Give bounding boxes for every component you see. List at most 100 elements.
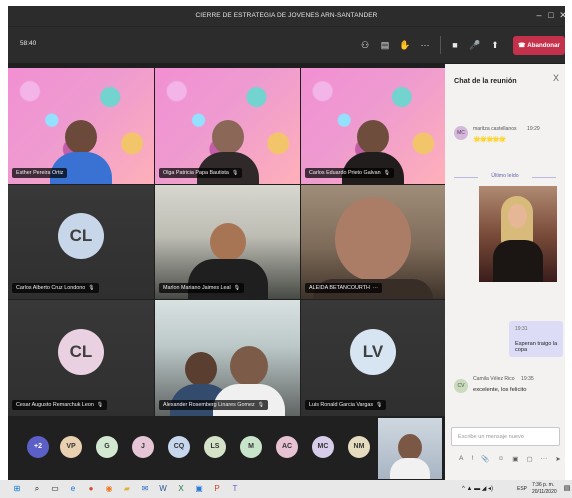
chat-icon[interactable]: ▤ [378, 38, 392, 52]
phone-hangup-icon: ☎ [518, 42, 526, 49]
avatar: CV [454, 379, 468, 393]
mic-muted-icon: 🎙 [376, 402, 383, 408]
raise-hand-icon[interactable]: ✋ [398, 38, 412, 52]
window-title: CIERRE DE ESTRATEGIA DE JOVENES ARN-SANT… [195, 12, 378, 19]
leave-button[interactable]: ☎ Abandonar [513, 36, 565, 55]
teams-icon[interactable]: T [230, 484, 240, 494]
attendee-avatar[interactable]: NM [348, 436, 370, 458]
powerpoint-icon[interactable]: P [212, 484, 222, 494]
camera-icon[interactable]: ■ [448, 38, 462, 52]
mic-muted-icon: 🎙 [383, 170, 390, 176]
minimize-button[interactable]: – [533, 10, 545, 20]
mail-icon[interactable]: ✉ [140, 484, 150, 494]
important-icon[interactable]: ! [471, 455, 473, 465]
sticker-icon[interactable]: ▢ [526, 455, 532, 465]
excel-icon[interactable]: X [176, 484, 186, 494]
mic-muted-icon: 🎙 [96, 402, 104, 408]
attendee-avatar[interactable]: M [240, 436, 262, 458]
edge-icon[interactable]: e [68, 484, 78, 494]
mic-muted-icon: 🎙 [231, 170, 239, 176]
chat-title: Chat de la reunión [454, 76, 517, 85]
video-tile[interactable]: LV Luis Ronald Garcia Vargas 🎙 [301, 300, 445, 416]
participant-name-text: Carlos Eduardo Prieto Galvan [309, 170, 381, 176]
message-author: Camila Vélez Rico [473, 376, 515, 382]
participant-name: ALEIDA BETANCOURTH ··· [305, 283, 382, 293]
attendee-avatar[interactable]: AC [276, 436, 298, 458]
video-tile[interactable]: Esther Pereira Ortiz [8, 68, 154, 184]
share-icon[interactable]: ⬆ [488, 38, 502, 52]
leave-label: Abandonar [527, 42, 560, 49]
search-icon[interactable]: ⌕ [32, 484, 42, 494]
windows-icon[interactable]: ⊞ [12, 484, 22, 494]
avatar: CL [58, 213, 104, 259]
more-options-icon: ··· [372, 285, 378, 291]
message-body: 🌟🌟🌟🌟🌟 [473, 137, 506, 143]
participant-name-text: Carlos Alberto Cruz Londono [16, 285, 86, 291]
message-time: 19:29 [527, 126, 540, 132]
teams-window: CIERRE DE ESTRATEGIA DE JOVENES ARN-SANT… [8, 6, 565, 480]
attendee-avatar[interactable]: G [96, 436, 118, 458]
attendee-strip: +2 VP G J CQ LS M AC MC NM [8, 416, 445, 480]
attendee-avatar[interactable]: CQ [168, 436, 190, 458]
attendee-avatar[interactable]: LS [204, 436, 226, 458]
send-icon[interactable]: ➤ [555, 455, 561, 465]
attendee-avatar[interactable]: J [132, 436, 154, 458]
gif-icon[interactable]: ▣ [512, 455, 518, 465]
participant-name: Cesar Augusto Remarchuk Leon 🎙 [12, 400, 108, 410]
participant-name-text: ALEIDA BETANCOURTH [309, 285, 370, 291]
participants-icon[interactable]: ⚇ [358, 38, 372, 52]
participant-name: Esther Pereira Ortiz [12, 168, 68, 178]
maximize-button[interactable]: □ [545, 10, 557, 20]
participant-name: Alexander Rosemberg Linares Gomez 🎙 [159, 400, 269, 410]
participant-name: Luis Ronald Garcia Vargas 🎙 [305, 400, 387, 410]
last-read-divider: Último leído [454, 173, 556, 181]
firefox-icon[interactable]: ◉ [104, 484, 114, 494]
video-tile[interactable]: CL Carlos Alberto Cruz Londono 🎙 [8, 185, 154, 299]
video-tile[interactable]: Alexander Rosemberg Linares Gomez 🎙 [155, 300, 300, 416]
video-tile[interactable]: Olga Patricia Papa Bautista 🎙 [155, 68, 300, 184]
participant-name: Marlon Mariano Jaimes Leal 🎙 [159, 283, 245, 293]
close-button[interactable]: ✕ [557, 10, 565, 20]
more-attendees-button[interactable]: +2 [27, 436, 49, 458]
language-indicator[interactable]: ESP [517, 486, 527, 492]
video-tile[interactable]: ALEIDA BETANCOURTH ··· [301, 185, 445, 299]
avatar: MC [454, 126, 468, 140]
participant-name-text: Esther Pereira Ortiz [16, 170, 64, 176]
toolbar-divider [440, 36, 441, 54]
participant-name-text: Luis Ronald Garcia Vargas [309, 402, 374, 408]
video-tile[interactable]: Marlon Mariano Jaimes Leal 🎙 [155, 185, 300, 299]
clock-time[interactable]: 7:36 p. m. [532, 482, 554, 488]
video-tile[interactable]: Carlos Eduardo Prieto Galvan 🎙 [301, 68, 445, 184]
close-chat-button[interactable]: X [553, 73, 559, 83]
more-icon[interactable]: ··· [418, 38, 432, 52]
participant-name-text: Olga Patricia Papa Bautista [163, 170, 229, 176]
more-icon[interactable]: ··· [541, 455, 548, 465]
message-time: 19:35 [521, 376, 534, 382]
task-view-icon[interactable]: ▭ [50, 484, 60, 494]
attendee-avatar[interactable]: MC [312, 436, 334, 458]
attach-icon[interactable]: 📎 [481, 455, 489, 465]
microphone-icon[interactable]: 🎤 [468, 38, 482, 52]
meeting-timer: 58:40 [20, 40, 37, 47]
video-tile[interactable]: CL Cesar Augusto Remarchuk Leon 🎙 [8, 300, 154, 416]
windows-taskbar: ⊞ ⌕ ▭ e ● ◉ ▰ ✉ W X ▣ P T ^ ▲ ▬ ◢ ◂) ESP… [0, 480, 572, 498]
emoji-icon[interactable]: ☺ [497, 455, 504, 465]
self-preview-video[interactable] [378, 418, 442, 479]
message-input[interactable]: Escribe un mensaje nuevo [451, 427, 560, 446]
word-icon[interactable]: W [158, 484, 168, 494]
shared-image[interactable] [479, 186, 557, 282]
mic-muted-icon: 🎙 [233, 285, 241, 291]
attendee-avatar[interactable]: VP [60, 436, 82, 458]
folder-icon[interactable]: ▰ [122, 484, 132, 494]
format-icon[interactable]: A [459, 455, 463, 465]
mic-muted-icon: 🎙 [257, 402, 265, 408]
notification-icon[interactable]: ▤ [562, 484, 572, 494]
system-tray-icons[interactable]: ^ ▲ ▬ ◢ ◂) [462, 485, 493, 492]
chrome-icon[interactable]: ● [86, 484, 96, 494]
clock-date[interactable]: 20/11/2020 [532, 489, 557, 495]
files-icon[interactable]: ▣ [194, 484, 204, 494]
own-message-bubble: 19:31 Esperan traigo la copa [509, 321, 563, 357]
message-body: Esperan traigo la copa [515, 341, 558, 353]
video-grid: Esther Pereira Ortiz Olga Patricia Papa … [8, 68, 445, 416]
title-bar: CIERRE DE ESTRATEGIA DE JOVENES ARN-SANT… [8, 6, 565, 26]
